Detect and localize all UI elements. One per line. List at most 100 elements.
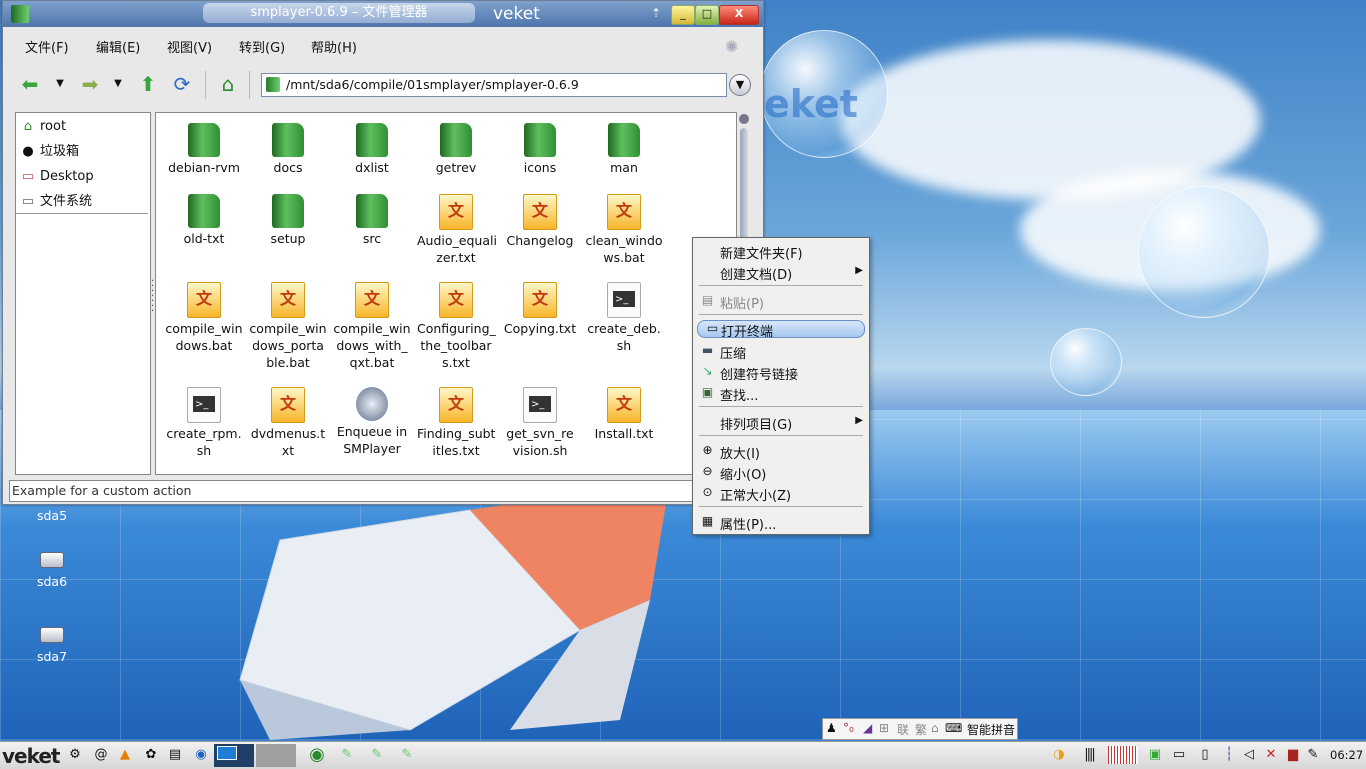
file-item[interactable]: dxlist — [333, 123, 411, 176]
ime-symbol[interactable]: 联 — [897, 721, 909, 738]
drive-tray-icon[interactable]: ▆ — [1284, 746, 1302, 764]
file-item[interactable]: 文 clean_windo ws.bat — [585, 194, 663, 266]
home-icon[interactable]: ⌂ — [215, 71, 241, 97]
menu-file[interactable]: 文件(F) — [25, 37, 69, 56]
forward-history-dropdown-icon[interactable]: ▼ — [105, 71, 131, 97]
keyboard-icon[interactable]: ⌨ — [945, 721, 962, 735]
punctuation-icon[interactable]: °₀ — [843, 721, 854, 735]
file-item[interactable]: setup — [249, 194, 327, 247]
file-item[interactable]: 文 Copying.txt — [501, 282, 579, 337]
menu-item-find[interactable]: ▣ 查找... — [693, 383, 869, 404]
file-item[interactable]: 文 compile_win dows.bat — [165, 282, 243, 354]
file-item[interactable]: 文 Install.txt — [585, 387, 663, 442]
media-icon[interactable]: ✿ — [142, 746, 160, 764]
menu-item-new-folder[interactable]: 新建文件夹(F) — [693, 241, 869, 262]
vlc-icon[interactable]: ▲ — [116, 746, 134, 764]
file-item[interactable]: 文 compile_win dows_porta ble.bat — [249, 282, 327, 371]
network-icon[interactable]: ▭ — [1170, 746, 1188, 764]
back-arrow-icon[interactable]: ⬅ — [17, 71, 43, 97]
desktop-icon-sda7[interactable]: sda7 — [22, 627, 82, 664]
menu-item-open-terminal[interactable]: ▭ 打开终端 — [697, 320, 865, 340]
back-history-dropdown-icon[interactable]: ▼ — [47, 71, 73, 97]
task-file-manager-icon[interactable]: ◉ — [308, 746, 326, 764]
menu-item-normal-size[interactable]: ⊙ 正常大小(Z) — [693, 483, 869, 504]
workspace-1[interactable] — [214, 744, 254, 767]
address-bar[interactable]: /mnt/sda6/compile/01smplayer/smplayer-0.… — [261, 73, 727, 97]
network-disconnected-icon[interactable]: ✕ — [1262, 746, 1280, 764]
file-item[interactable]: create_deb.sh — [585, 282, 663, 354]
text-file-icon: 文 — [355, 282, 389, 318]
file-item[interactable]: 文 dvdmenus.t xt — [249, 387, 327, 459]
menu-item-paste[interactable]: ▤ 粘贴(P) — [693, 291, 869, 312]
sidebar-item-desktop[interactable]: ▭ Desktop — [20, 167, 94, 187]
workspace-2[interactable] — [256, 744, 296, 767]
desktop-icon-sda6[interactable]: sda6 — [22, 552, 82, 589]
menu-go[interactable]: 转到(G) — [239, 37, 285, 56]
file-item[interactable]: create_rpm.sh — [165, 387, 243, 459]
penguin-icon[interactable]: ♟ — [826, 721, 837, 735]
file-item[interactable]: getrev — [417, 123, 495, 176]
menu-item-properties[interactable]: ▦ 属性(P)... — [693, 512, 869, 533]
window-titlebar[interactable]: smplayer-0.6.9 – 文件管理器 veket ⇡ _ □ X — [3, 1, 763, 27]
menu-item-compress[interactable]: ▬ 压缩 — [693, 341, 869, 362]
forward-arrow-icon[interactable]: ➡ — [77, 71, 103, 97]
sidebar-item-trash[interactable]: ● 垃圾箱 — [20, 142, 79, 162]
menu-help[interactable]: 帮助(H) — [311, 37, 357, 56]
file-item[interactable]: 文 compile_win dows_with_ qxt.bat — [333, 282, 411, 371]
lock-icon[interactable]: ⌂ — [931, 721, 939, 735]
clock[interactable]: 06:27 — [1330, 748, 1363, 762]
file-item[interactable]: 文 Changelog — [501, 194, 579, 249]
task-icon[interactable]: ✎ — [398, 746, 416, 764]
file-item[interactable]: get_svn_re vision.sh — [501, 387, 579, 459]
file-item[interactable]: man — [585, 123, 663, 176]
up-arrow-icon[interactable]: ⬆ — [135, 71, 161, 97]
file-item[interactable]: icons — [501, 123, 579, 176]
close-button[interactable]: X — [719, 5, 759, 25]
scroll-up-icon[interactable] — [739, 114, 749, 124]
at-icon[interactable]: @ — [92, 746, 110, 764]
menu-item-create-symlink[interactable]: ↘ 创建符号链接 — [693, 362, 869, 383]
file-name: docs — [273, 160, 303, 175]
pinyin-icon[interactable]: ⊞ — [879, 721, 889, 735]
file-icon-view[interactable]: debian-rvm docs dxlist getrev icons man … — [155, 112, 737, 475]
system-icon[interactable]: ⚙ — [66, 746, 84, 764]
menu-item-zoom-out[interactable]: ⊖ 缩小(O) — [693, 462, 869, 483]
file-item[interactable]: 文 Finding_subt itles.txt — [417, 387, 495, 459]
file-name-line: SMPlayer — [343, 441, 401, 456]
task-icon[interactable]: ✎ — [368, 746, 386, 764]
file-item[interactable]: 文 Audio_equali zer.txt — [417, 194, 497, 266]
minimize-button[interactable]: _ — [671, 5, 695, 25]
update-icon[interactable]: ◑ — [1050, 746, 1068, 764]
address-dropdown-icon[interactable]: ▼ — [729, 74, 751, 96]
browser-icon[interactable]: ◉ — [192, 746, 210, 764]
menu-item-arrange[interactable]: 排列项目(G) ▶ — [693, 412, 869, 433]
monitor-icon[interactable]: ▣ — [1146, 746, 1164, 764]
file-item[interactable]: old-txt — [165, 194, 243, 247]
ime-name[interactable]: 智能拼音 — [967, 721, 1015, 738]
volume-icon[interactable]: ◁ — [1240, 746, 1258, 764]
ime-symbol[interactable]: 繁 — [915, 721, 927, 738]
file-item[interactable]: Enqueue in SMPlayer — [333, 387, 411, 457]
find-icon: ▣ — [701, 385, 714, 399]
start-menu-logo[interactable]: veket — [2, 744, 60, 768]
sidebar-item-filesystem[interactable]: ▭ 文件系统 — [20, 192, 92, 212]
clipboard-icon[interactable]: ▯ — [1196, 746, 1214, 764]
menu-item-zoom-in[interactable]: ⊕ 放大(I) — [693, 441, 869, 462]
file-item[interactable]: 文 Configuring_ the_toolbar s.txt — [417, 282, 496, 371]
reload-icon[interactable]: ⟳ — [169, 71, 195, 97]
pen-icon[interactable]: ✎ — [1304, 746, 1322, 764]
menu-edit[interactable]: 编辑(E) — [96, 37, 140, 56]
maximize-button[interactable]: □ — [695, 5, 719, 25]
file-item[interactable]: debian-rvm — [165, 123, 243, 176]
files-icon[interactable]: ▤ — [166, 746, 184, 764]
file-item[interactable]: src — [333, 194, 411, 247]
task-icon[interactable]: ✎ — [338, 746, 356, 764]
pane-resize-grip[interactable]: · · · · · · · — [151, 277, 154, 317]
sidebar-item-root[interactable]: ⌂ root — [20, 117, 66, 137]
file-item[interactable]: docs — [249, 123, 327, 176]
fullwidth-icon[interactable]: ◢ — [863, 721, 872, 735]
pin-icon[interactable]: ⇡ — [651, 6, 661, 20]
menu-item-new-document[interactable]: 创建文档(D) ▶ — [693, 262, 869, 283]
menu-view[interactable]: 视图(V) — [167, 37, 212, 56]
desktop-icon-sda5[interactable]: sda5 — [22, 508, 82, 523]
